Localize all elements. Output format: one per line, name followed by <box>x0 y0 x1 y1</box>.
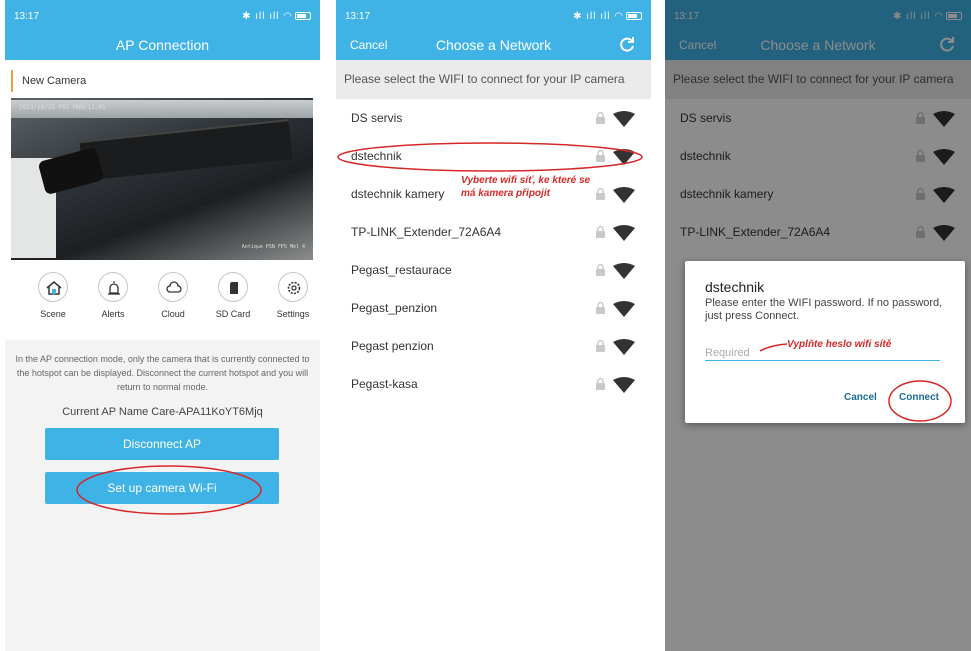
network-row[interactable]: DS servis <box>336 99 651 137</box>
page-title: Choose a Network <box>435 37 552 53</box>
network-row[interactable]: Pegast_restaurace <box>336 251 651 289</box>
sd-card-button[interactable]: SD Card <box>203 272 263 319</box>
annotation-arrow <box>759 343 788 352</box>
alerts-button[interactable]: Alerts <box>83 272 143 319</box>
network-name: Pegast-kasa <box>351 377 418 391</box>
network-row[interactable]: Pegast_penzion <box>336 289 651 327</box>
lock-icon <box>596 187 605 200</box>
network-row[interactable]: Pegast-kasa <box>336 365 651 403</box>
camera-video-feed[interactable]: 2023/10/25 PRI MON/11:01 Antique PSN FPS… <box>11 98 313 260</box>
scene-label: Scene <box>40 309 66 319</box>
settings-label: Settings <box>276 309 310 319</box>
network-name: Pegast_penzion <box>351 301 438 315</box>
ap-name: Current AP Name Care-APA11KoYT6Mjq <box>62 406 263 418</box>
settings-icon <box>287 281 301 295</box>
disconnect-ap-button[interactable]: Disconnect AP <box>45 428 279 460</box>
lock-icon <box>596 339 605 352</box>
status-icons: ✱ ıll ıll ◠ <box>242 11 311 22</box>
wifi-signal-icon <box>613 187 635 203</box>
video-box <box>79 119 293 181</box>
network-name: DS servis <box>351 111 403 125</box>
scene-button[interactable]: Scene <box>23 272 83 319</box>
network-name: dstechnik kamery <box>351 187 445 201</box>
ap-connection-screen: 13:17 ✱ ıll ıll ◠ AP Connection New Came… <box>5 0 320 651</box>
video-osd-timestamp: 2023/10/25 PRI MON/11:01 <box>19 104 106 111</box>
alarm-icon <box>108 281 120 295</box>
wifi-signal-icon <box>613 225 635 241</box>
sd-card-icon <box>230 282 238 294</box>
ap-info-panel: In the AP connection mode, only the came… <box>5 340 320 651</box>
dialog-cancel-button[interactable]: Cancel <box>844 392 877 403</box>
annotation-circle <box>337 142 643 172</box>
status-bar: 13:17 ✱ ıll ıll ◠ <box>345 11 642 25</box>
cloud-label: Cloud <box>161 309 185 319</box>
page-title: AP Connection <box>115 37 210 53</box>
wifi-signal-icon <box>613 339 635 355</box>
password-dialog-screen: 13:17 ✱ ıll ıll ◠ Cancel Choose a Networ… <box>665 0 971 651</box>
sd-card-label: SD Card <box>215 309 251 319</box>
lock-icon <box>596 301 605 314</box>
wifi-signal-icon <box>613 111 635 127</box>
cloud-icon <box>166 281 182 293</box>
wifi-signal-icon <box>613 301 635 317</box>
alerts-label: Alerts <box>101 309 125 319</box>
annotation-circle <box>76 465 262 515</box>
wifi-signal-icon <box>613 377 635 393</box>
video-plug <box>37 146 105 196</box>
lock-icon <box>596 377 605 390</box>
network-name: Pegast_restaurace <box>351 263 452 277</box>
refresh-icon[interactable] <box>617 34 637 54</box>
lock-icon <box>596 225 605 238</box>
choose-network-screen: 13:17 ✱ ıll ıll ◠ Cancel Choose a Networ… <box>336 0 651 651</box>
dialog-message: Please enter the WIFI password. If no pa… <box>705 297 943 322</box>
annotation-circle <box>888 380 952 422</box>
network-prompt: Please select the WIFI to connect for yo… <box>336 60 651 99</box>
status-time: 13:17 <box>14 11 40 22</box>
video-osd-info: Antique PSN FPS Mel 4 <box>241 244 305 250</box>
wifi-signal-icon <box>613 263 635 279</box>
camera-name: New Camera <box>11 70 320 92</box>
battery-icon <box>626 12 642 21</box>
cloud-button[interactable]: Cloud <box>143 272 203 319</box>
annotation-text: Vyplňte heslo wifi sítě <box>787 339 892 350</box>
ap-info-text: In the AP connection mode, only the came… <box>15 354 310 392</box>
annotation-line-2: má kamera připojit <box>461 188 550 199</box>
lock-icon <box>596 111 605 124</box>
status-time: 13:17 <box>345 11 371 22</box>
settings-button[interactable]: Settings <box>263 272 320 319</box>
dialog-title: dstechnik <box>705 279 765 295</box>
network-name: Pegast penzion <box>351 339 434 353</box>
status-icons: ✱ ıll ıll ◠ <box>573 11 642 22</box>
action-bar: Scene Alerts Cloud SD Card Settings <box>5 272 320 322</box>
status-bar: 13:17 ✱ ıll ıll ◠ <box>14 11 311 25</box>
lock-icon <box>596 263 605 276</box>
network-row[interactable]: TP-LINK_Extender_72A6A4 <box>336 213 651 251</box>
network-row[interactable]: Pegast penzion <box>336 327 651 365</box>
password-dialog: dstechnik Please enter the WIFI password… <box>685 261 965 423</box>
header-bar: 13:17 ✱ ıll ıll ◠ Cancel Choose a Networ… <box>336 0 651 60</box>
header-bar: 13:17 ✱ ıll ıll ◠ AP Connection <box>5 0 320 60</box>
annotation-line-1: Vyberte wifi síť, ke které se <box>461 175 591 186</box>
network-name: TP-LINK_Extender_72A6A4 <box>351 225 502 239</box>
battery-icon <box>295 12 311 21</box>
home-icon <box>46 281 62 295</box>
